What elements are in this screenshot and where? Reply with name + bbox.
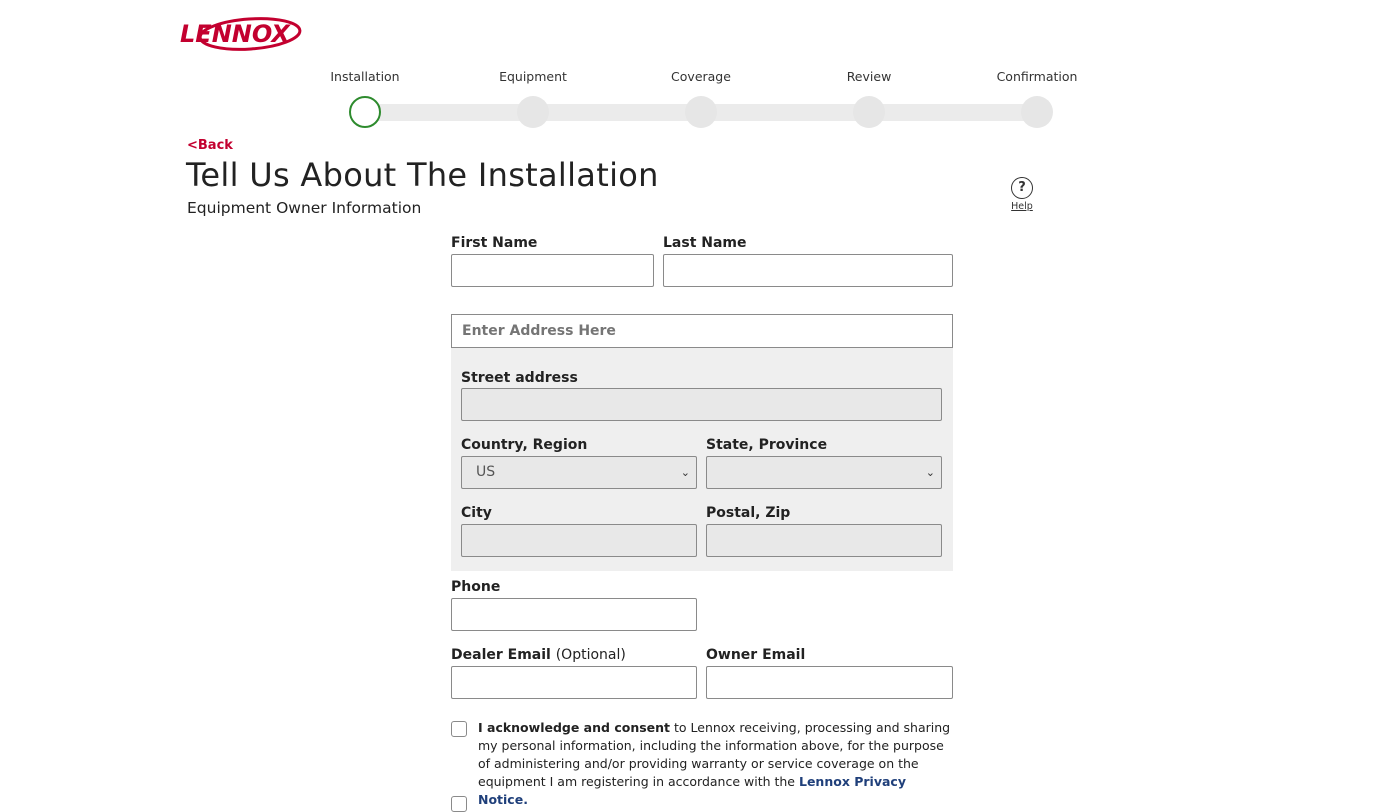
chevron-down-icon: ⌄ [680,466,690,479]
address-search-input[interactable] [451,314,953,348]
question-circle-icon: ? [1011,177,1033,199]
step-dot-coverage [685,96,717,128]
step-dot-confirmation [1021,96,1053,128]
first-name-label: First Name [451,235,538,251]
country-select-value: US [476,464,496,480]
city-label: City [461,505,492,521]
consent-checkbox[interactable] [451,721,467,737]
dealer-email-label: Dealer Email (Optional) [451,647,626,663]
step-label-coverage: Coverage [671,69,731,84]
step-dot-review [853,96,885,128]
country-select[interactable]: US ⌄ [461,456,697,489]
phone-input[interactable] [451,598,697,631]
step-label-review: Review [846,69,892,84]
second-consent-checkbox[interactable] [451,796,467,812]
step-label-equipment: Equipment [499,69,567,84]
last-name-label: Last Name [663,235,747,251]
back-link[interactable]: <Back [187,138,233,153]
step-dot-installation [349,96,381,128]
country-label: Country, Region [461,437,588,453]
owner-email-label: Owner Email [706,647,806,663]
first-name-input[interactable] [451,254,654,287]
step-dot-equipment [517,96,549,128]
step-label-installation: Installation [330,69,400,84]
city-input[interactable] [461,524,697,557]
help-button[interactable]: ? Help [1004,177,1040,212]
chevron-down-icon: ⌄ [925,466,935,479]
section-subtitle: Equipment Owner Information [187,199,422,217]
phone-label: Phone [451,579,501,595]
page-title: Tell Us About The Installation [186,156,659,194]
state-label: State, Province [706,437,828,453]
consent-text: I acknowledge and consent to Lennox rece… [478,719,958,809]
optional-tag: (Optional) [555,647,626,663]
progress-stepper: Installation Equipment Coverage Review C… [0,0,1400,130]
postal-label: Postal, Zip [706,505,791,521]
dealer-email-input[interactable] [451,666,697,699]
step-label-confirmation: Confirmation [996,69,1078,84]
owner-email-input[interactable] [706,666,953,699]
dealer-email-label-text: Dealer Email [451,647,551,663]
last-name-input[interactable] [663,254,953,287]
consent-bold: I acknowledge and consent [478,720,671,735]
street-address-input[interactable] [461,388,942,421]
postal-input[interactable] [706,524,942,557]
street-address-label: Street address [461,370,578,386]
state-select[interactable]: ⌄ [706,456,942,489]
help-label: Help [1011,201,1033,212]
